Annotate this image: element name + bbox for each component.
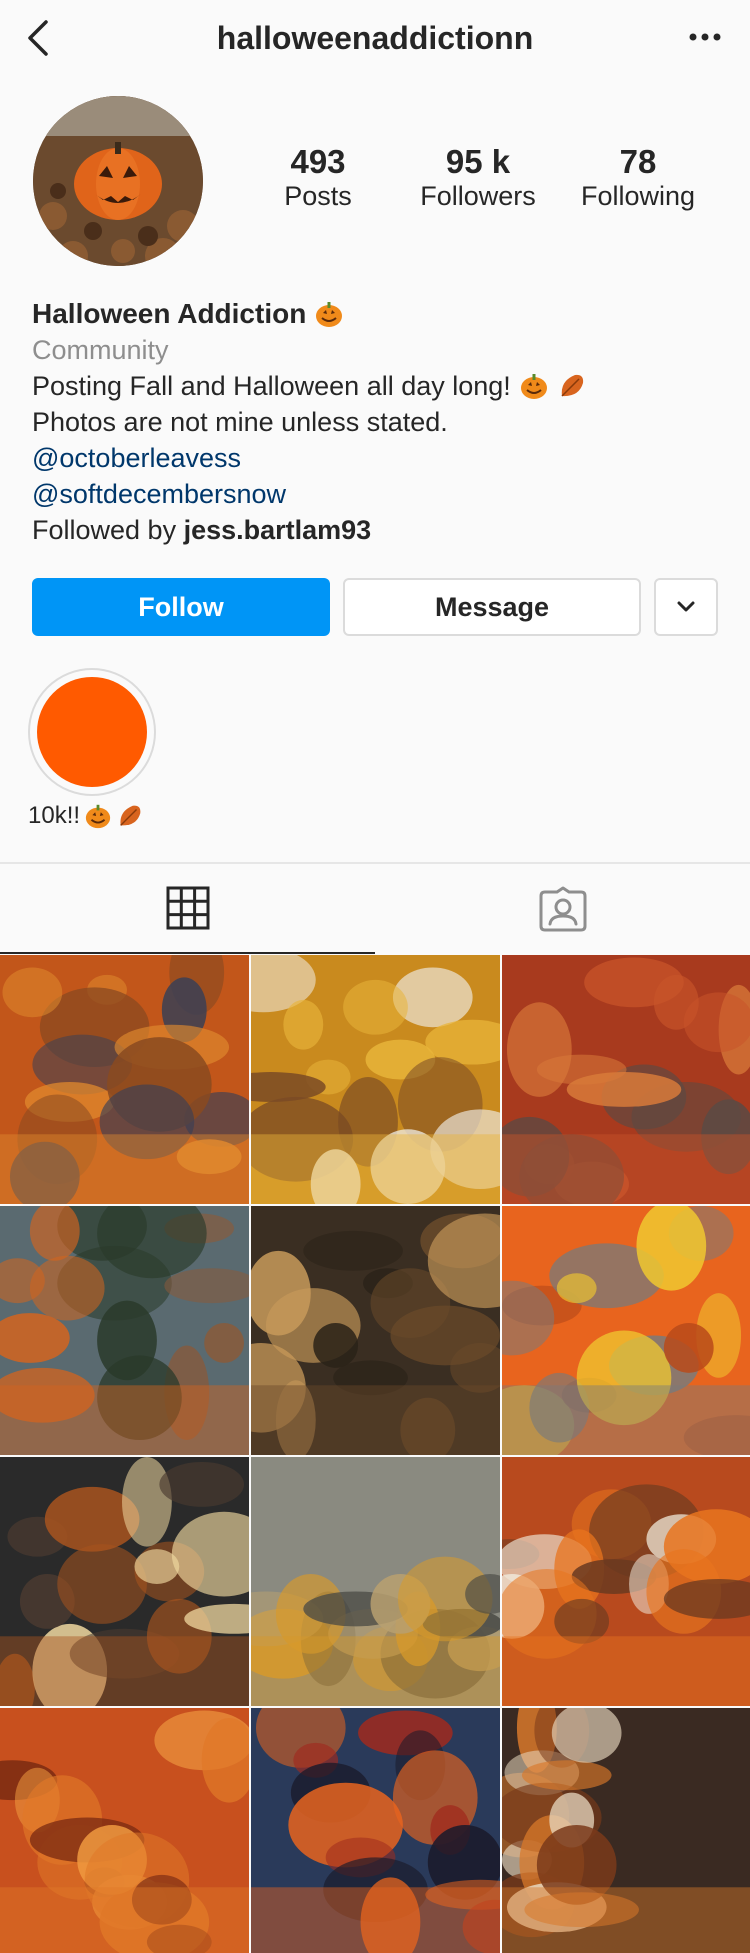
post-image bbox=[502, 1457, 750, 1706]
highlight-label-row: 10k!! bbox=[28, 802, 144, 830]
post-image bbox=[251, 1457, 500, 1706]
bio-line-1: Posting Fall and Halloween all day long! bbox=[32, 368, 722, 404]
posts-count: 493 bbox=[290, 143, 346, 180]
post-thumbnail[interactable] bbox=[502, 955, 750, 1204]
post-image bbox=[502, 1206, 750, 1455]
followers-label: Followers bbox=[420, 181, 536, 212]
post-thumbnail[interactable] bbox=[251, 1206, 500, 1455]
posts-label: Posts bbox=[284, 181, 352, 212]
pumpkin-emoji-icon bbox=[85, 804, 111, 829]
chevron-down-icon bbox=[677, 601, 695, 612]
profile-tabs bbox=[0, 862, 750, 954]
top-bar: halloweenaddictionn bbox=[0, 0, 750, 86]
highlight-cover bbox=[37, 677, 147, 787]
tab-grid[interactable] bbox=[0, 864, 375, 954]
post-thumbnail[interactable] bbox=[0, 1457, 249, 1706]
bio-link-1[interactable]: @octoberleavess bbox=[32, 440, 722, 476]
story-highlight[interactable] bbox=[28, 668, 156, 796]
fallen-leaf-emoji-icon bbox=[120, 805, 141, 826]
post-image bbox=[0, 955, 249, 1204]
post-image bbox=[251, 955, 500, 1204]
followed-by-row[interactable]: Followed by jess.bartlam93 bbox=[32, 512, 722, 548]
more-horizontal-icon bbox=[689, 33, 721, 41]
more-options-button[interactable] bbox=[688, 30, 722, 44]
post-image bbox=[0, 1708, 249, 1953]
post-thumbnail[interactable] bbox=[0, 1708, 249, 1953]
pumpkin-emoji-icon bbox=[520, 374, 547, 399]
bio-line-2: Photos are not mine unless stated. bbox=[32, 407, 448, 437]
pumpkin-emoji-icon bbox=[316, 302, 343, 327]
post-thumbnail[interactable] bbox=[502, 1708, 750, 1953]
grid-icon bbox=[166, 886, 209, 930]
followers-count: 95 k bbox=[445, 143, 511, 180]
post-thumbnail[interactable] bbox=[251, 1708, 500, 1953]
suggested-accounts-dropdown-button[interactable] bbox=[654, 578, 718, 636]
post-thumbnail[interactable] bbox=[0, 1206, 249, 1455]
tagged-icon bbox=[539, 886, 586, 932]
profile-name: Halloween Addiction bbox=[32, 298, 307, 329]
highlight-label: 10k!! bbox=[28, 802, 81, 829]
bio-link-2[interactable]: @softdecembersnow bbox=[32, 476, 722, 512]
following-label: Following bbox=[580, 181, 696, 212]
post-image bbox=[0, 1457, 249, 1706]
post-image bbox=[502, 955, 750, 1204]
bio-text-1: Posting Fall and Halloween all day long! bbox=[32, 371, 511, 401]
profile-name-row: Halloween Addiction bbox=[32, 296, 722, 332]
profile-bio: Halloween Addiction Community Posting Fa… bbox=[32, 296, 722, 548]
profile-category: Community bbox=[32, 335, 169, 365]
post-thumbnail[interactable] bbox=[502, 1457, 750, 1706]
follow-button[interactable]: Follow bbox=[32, 578, 330, 636]
post-thumbnail[interactable] bbox=[0, 955, 249, 1204]
followers-stat[interactable]: 95 k Followers bbox=[398, 143, 558, 214]
profile-avatar[interactable] bbox=[33, 96, 203, 266]
post-image bbox=[502, 1708, 750, 1953]
posts-stat[interactable]: 493 Posts bbox=[238, 143, 398, 214]
fallen-leaf-emoji-icon bbox=[561, 374, 583, 397]
following-count: 78 bbox=[619, 143, 657, 180]
post-image bbox=[251, 1206, 500, 1455]
pumpkin-avatar-image bbox=[33, 96, 203, 266]
followed-by-user: jess.bartlam93 bbox=[183, 515, 372, 545]
following-stat[interactable]: 78 Following bbox=[558, 143, 718, 214]
username-title: halloweenaddictionn bbox=[216, 20, 534, 56]
tab-tagged[interactable] bbox=[375, 864, 750, 954]
post-thumbnail[interactable] bbox=[502, 1206, 750, 1455]
message-button[interactable]: Message bbox=[343, 578, 641, 636]
posts-grid bbox=[0, 955, 750, 1953]
followed-by-prefix: Followed by bbox=[32, 515, 184, 545]
post-thumbnail[interactable] bbox=[251, 1457, 500, 1706]
post-image bbox=[251, 1708, 500, 1953]
post-image bbox=[0, 1206, 249, 1455]
post-thumbnail[interactable] bbox=[251, 955, 500, 1204]
